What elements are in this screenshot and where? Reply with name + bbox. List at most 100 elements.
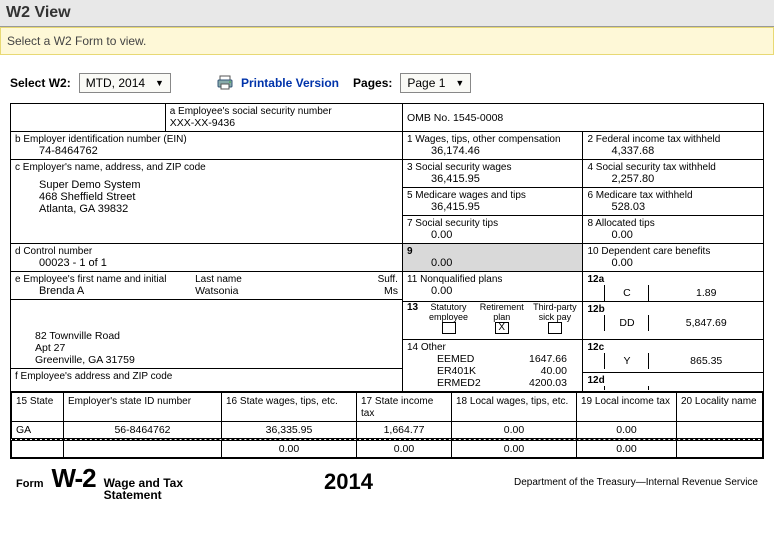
form-label: Form xyxy=(16,478,44,490)
box12b-label: 12b xyxy=(583,302,763,315)
printer-icon[interactable] xyxy=(217,75,233,91)
suffix-label: Suff. xyxy=(362,274,398,285)
page-value: Page 1 xyxy=(407,76,445,90)
box17-zero: 0.00 xyxy=(357,441,452,458)
box12d-code xyxy=(605,386,649,390)
omb-number: OMB No. 1545-0008 xyxy=(407,112,503,124)
form-footer: Form W-2 Wage and Tax Statement 2014 Dep… xyxy=(10,459,764,505)
box15-state: GA xyxy=(12,422,64,439)
box8-value: 0.00 xyxy=(587,229,759,241)
box16-value: 36,335.95 xyxy=(222,422,357,439)
box12d-label: 12d xyxy=(583,373,763,386)
ein-value: 74-8464762 xyxy=(15,145,398,157)
box12c-code: Y xyxy=(605,353,649,369)
box6-value: 528.03 xyxy=(587,201,759,213)
suffix: Ms xyxy=(362,285,398,297)
box16-label: 16 State wages, tips, etc. xyxy=(226,396,338,407)
chevron-down-icon: ▼ xyxy=(455,78,464,88)
box2-value: 4,337.68 xyxy=(587,145,759,157)
select-w2-value: MTD, 2014 xyxy=(86,76,145,90)
box12b-amt: 5,847.69 xyxy=(649,315,763,331)
box13-sick-label: Third-party sick pay xyxy=(531,302,578,320)
box1-label: 1 Wages, tips, other compensation xyxy=(407,134,579,145)
box14-r2b: 40.00 xyxy=(507,365,567,377)
box3-value: 36,415.95 xyxy=(407,173,579,185)
last-name: Watsonia xyxy=(195,285,354,297)
box10-value: 0.00 xyxy=(587,257,759,269)
chevron-down-icon: ▼ xyxy=(155,78,164,88)
irs-label: Department of the Treasury—Internal Reve… xyxy=(514,477,758,488)
box11-value: 0.00 xyxy=(407,285,579,297)
box14-r3b: 4200.03 xyxy=(507,377,567,389)
box11-label: 11 Nonqualified plans xyxy=(407,274,579,285)
box7-value: 0.00 xyxy=(407,229,579,241)
box13-ret-check: X xyxy=(495,322,509,334)
box-a-label: a Employee's social security number xyxy=(170,106,398,117)
emp-addr3: Greenville, GA 31759 xyxy=(35,354,398,366)
page-title: W2 View xyxy=(6,4,768,22)
box-c-label: c Employer's name, address, and ZIP code xyxy=(15,162,398,173)
box6-label: 6 Medicare tax withheld xyxy=(587,190,759,201)
box12c-amt: 865.35 xyxy=(649,353,763,369)
form-year: 2014 xyxy=(324,469,373,495)
printable-version-link[interactable]: Printable Version xyxy=(241,76,339,90)
box18-value: 0.00 xyxy=(452,422,577,439)
box10-label: 10 Dependent care benefits xyxy=(587,246,759,257)
box15-label: 15 State xyxy=(16,396,53,407)
box14-r1a: EEMED xyxy=(437,353,507,365)
controls-bar: Select W2: MTD, 2014 ▼ Printable Version… xyxy=(0,69,774,103)
box13-stat-label: Statutory employee xyxy=(425,302,472,320)
message-bar: Select a W2 Form to view. xyxy=(0,27,774,55)
box12d-amt xyxy=(649,386,763,390)
emp-addr2: Apt 27 xyxy=(35,342,398,354)
pages-label: Pages: xyxy=(353,76,392,90)
box-e-label: e Employee's first name and initial xyxy=(15,274,187,285)
box14-r1b: 1647.66 xyxy=(507,353,567,365)
select-w2-label: Select W2: xyxy=(10,76,71,90)
box8-label: 8 Allocated tips xyxy=(587,218,759,229)
box7-label: 7 Social security tips xyxy=(407,218,579,229)
box13-ret-label: Retirement plan xyxy=(478,302,525,320)
box17-label: 17 State income tax xyxy=(361,396,433,419)
header-bar: W2 View xyxy=(0,0,774,27)
box14-label: 14 Other xyxy=(407,342,579,353)
box5-value: 36,415.95 xyxy=(407,201,579,213)
first-name: Brenda A xyxy=(15,285,187,297)
box13-stat-check xyxy=(442,322,456,334)
box3-label: 3 Social security wages xyxy=(407,162,579,173)
box4-value: 2,257.80 xyxy=(587,173,759,185)
box1-value: 36,174.46 xyxy=(407,145,579,157)
box16-zero: 0.00 xyxy=(222,441,357,458)
box19-value: 0.00 xyxy=(577,422,677,439)
box12b-code: DD xyxy=(605,315,649,331)
select-w2-dropdown[interactable]: MTD, 2014 ▼ xyxy=(79,73,171,93)
box14-r3a: ERMED2 xyxy=(437,377,507,389)
box12c-label: 12c xyxy=(583,340,763,353)
box4-label: 4 Social security tax withheld xyxy=(587,162,759,173)
emp-addr1: 82 Townville Road xyxy=(35,330,398,342)
box9-value: 0.00 xyxy=(407,257,579,269)
employer-name: Super Demo System xyxy=(15,173,398,191)
box-b-label: b Employer identification number (EIN) xyxy=(15,134,398,145)
box15-id-label: Employer's state ID number xyxy=(68,396,191,407)
form-subtitle: Wage and Tax Statement xyxy=(104,477,183,501)
box18-zero: 0.00 xyxy=(452,441,577,458)
box15-id: 56-8464762 xyxy=(64,422,222,439)
box9-label: 9 xyxy=(407,246,579,257)
page-dropdown[interactable]: Page 1 ▼ xyxy=(400,73,471,93)
ssn-value: XXX-XX-9436 xyxy=(170,117,398,129)
last-name-label: Last name xyxy=(195,274,354,285)
employer-addr2: Atlanta, GA 39832 xyxy=(15,203,398,215)
box12a-label: 12a xyxy=(583,272,763,285)
w2-form: a Employee's social security number XXX-… xyxy=(0,103,774,505)
box13-label: 13 xyxy=(407,302,419,337)
box12a-amt: 1.89 xyxy=(649,285,763,301)
box-f-label: f Employee's address and ZIP code xyxy=(11,368,402,384)
employer-addr1: 468 Sheffield Street xyxy=(15,191,398,203)
box5-label: 5 Medicare wages and tips xyxy=(407,190,579,201)
box-d-label: d Control number xyxy=(15,246,398,257)
box19-label: 19 Local income tax xyxy=(581,396,670,407)
form-w2-code: W-2 xyxy=(52,463,96,494)
box18-label: 18 Local wages, tips, etc. xyxy=(456,396,568,407)
box13-sick-check xyxy=(548,322,562,334)
